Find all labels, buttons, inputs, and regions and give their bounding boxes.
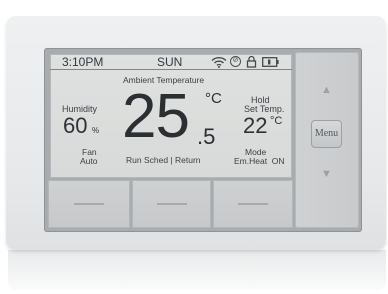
- ambient-temperature-unit: °C: [205, 90, 222, 107]
- mode-value: Em.Heat ON: [234, 156, 285, 166]
- soft-key-right-dash: [238, 203, 268, 205]
- ambient-temperature-decimal: .5: [197, 124, 216, 149]
- circle-icon: ⊘: [230, 56, 241, 67]
- wifi-icon: [211, 56, 227, 68]
- down-arrow-icon[interactable]: ▼: [321, 168, 332, 180]
- up-arrow-icon[interactable]: ▲: [321, 84, 332, 96]
- soft-key-left[interactable]: [48, 180, 130, 228]
- fan-value: Auto: [80, 156, 98, 166]
- humidity-unit: %: [92, 126, 100, 135]
- humidity-value: 60: [63, 113, 88, 138]
- soft-key-middle[interactable]: [132, 180, 211, 228]
- status-day: SUN: [157, 55, 183, 69]
- schedule-status: Run Sched | Return: [126, 155, 201, 165]
- status-time: 3:10PM: [62, 55, 104, 69]
- wall-shadow: [8, 250, 386, 290]
- battery-icon: [262, 57, 279, 67]
- set-temp-value: 22: [243, 113, 268, 138]
- soft-key-right[interactable]: [213, 180, 293, 228]
- lock-icon: [246, 55, 257, 68]
- soft-key-left-dash: [74, 203, 104, 205]
- soft-key-middle-dash: [156, 203, 187, 205]
- menu-button[interactable]: Menu: [311, 120, 342, 148]
- ambient-temperature-value: 25: [122, 82, 190, 151]
- set-temp-unit: °C: [270, 115, 283, 127]
